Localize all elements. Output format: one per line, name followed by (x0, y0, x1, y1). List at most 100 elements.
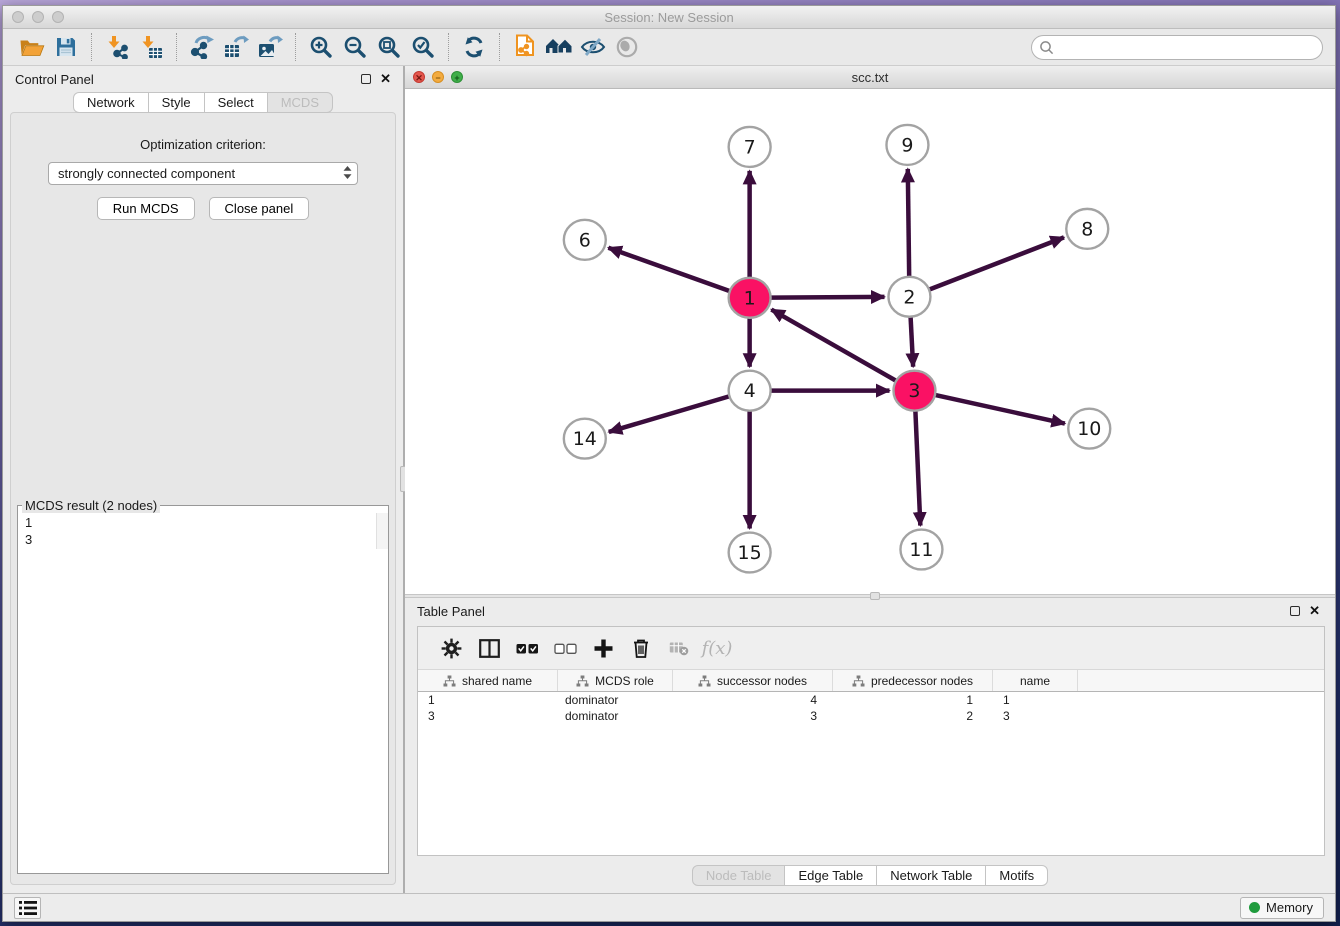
svg-text:7: 7 (744, 136, 756, 158)
minimize-network-icon[interactable]: − (432, 71, 444, 83)
graph-node-11[interactable]: 11 (900, 530, 942, 570)
search-icon (1039, 40, 1054, 60)
network-canvas[interactable]: 7 9 6 8 1 2 4 3 14 10 15 11 (405, 89, 1335, 594)
layout-refresh-icon[interactable] (457, 32, 491, 62)
clone-network-icon[interactable] (508, 32, 542, 62)
zoom-selected-icon[interactable] (406, 32, 440, 62)
graph-node-6[interactable]: 6 (564, 220, 606, 260)
save-icon[interactable] (49, 32, 83, 62)
svg-text:11: 11 (909, 539, 933, 561)
graph-node-1[interactable]: 1 (729, 278, 771, 318)
maximize-network-icon[interactable]: + (451, 71, 463, 83)
table-cell: 3 (673, 708, 833, 724)
close-network-icon[interactable]: ✕ (413, 71, 425, 83)
hide-selected-icon[interactable] (576, 32, 610, 62)
zoom-out-icon[interactable] (338, 32, 372, 62)
graph-edge-1-2[interactable] (771, 297, 885, 298)
graph-node-14[interactable]: 14 (564, 419, 606, 459)
open-folder-icon[interactable] (15, 32, 49, 62)
list-icon[interactable] (14, 897, 41, 919)
column-header-shared-name[interactable]: shared name (418, 670, 558, 691)
table-cell: dominator (558, 692, 673, 708)
tab-mcds[interactable]: MCDS (267, 92, 333, 113)
close-table-panel-icon[interactable]: ✕ (1309, 606, 1320, 616)
close-panel-icon[interactable]: ✕ (380, 74, 391, 84)
tab-node-table[interactable]: Node Table (692, 865, 786, 886)
graph-edge-3-1[interactable] (771, 310, 896, 381)
zoom-in-icon[interactable] (304, 32, 338, 62)
float-table-panel-icon[interactable] (1290, 606, 1300, 616)
column-header-MCDS-role[interactable]: MCDS role (558, 670, 673, 691)
graph-node-4[interactable]: 4 (729, 371, 771, 411)
column-type-icon (698, 675, 711, 687)
mcds-result-text: 1 3 (18, 513, 388, 549)
window-title: Session: New Session (3, 10, 1335, 25)
export-network-icon[interactable] (185, 32, 219, 62)
graph-edge-2-9[interactable] (908, 169, 909, 277)
graph-node-10[interactable]: 10 (1068, 409, 1110, 449)
import-table-icon[interactable] (134, 32, 168, 62)
tab-style[interactable]: Style (148, 92, 205, 113)
graph-edge-4-14[interactable] (609, 396, 730, 432)
criterion-select[interactable]: strongly connected component (48, 162, 358, 185)
graph-node-8[interactable]: 8 (1066, 209, 1108, 249)
graph-edge-3-10[interactable] (935, 395, 1065, 424)
export-table-icon[interactable] (219, 32, 253, 62)
column-header-name[interactable]: name (993, 670, 1078, 691)
svg-text:8: 8 (1081, 218, 1093, 240)
tab-network[interactable]: Network (73, 92, 149, 113)
column-header-predecessor-nodes[interactable]: predecessor nodes (833, 670, 993, 691)
svg-text:14: 14 (573, 428, 597, 450)
svg-text:15: 15 (738, 542, 762, 564)
graph-edge-1-6[interactable] (608, 248, 729, 291)
toolbar-separator (91, 33, 92, 61)
horizontal-splitter-handle[interactable] (870, 592, 880, 600)
main-titlebar: Session: New Session (3, 6, 1335, 29)
graph-node-9[interactable]: 9 (886, 125, 928, 165)
export-image-icon[interactable] (253, 32, 287, 62)
import-network-icon[interactable] (100, 32, 134, 62)
graph-edge-3-11[interactable] (915, 411, 920, 526)
zoom-window-icon[interactable] (52, 11, 64, 23)
graphics-details-icon[interactable] (542, 32, 576, 62)
split-columns-icon[interactable] (470, 631, 508, 665)
column-type-icon (852, 675, 865, 687)
control-panel-header: Control Panel ✕ (3, 66, 403, 92)
gear-icon[interactable] (432, 631, 470, 665)
graph-node-15[interactable]: 15 (729, 533, 771, 573)
run-mcds-button[interactable]: Run MCDS (97, 197, 195, 220)
table-row[interactable]: 1dominator411 (418, 692, 1324, 708)
close-window-icon[interactable] (12, 11, 24, 23)
minimize-window-icon[interactable] (32, 11, 44, 23)
graph-edge-2-3[interactable] (911, 317, 914, 367)
graph-edge-2-8[interactable] (929, 237, 1064, 289)
add-column-icon[interactable] (584, 631, 622, 665)
toolbar-separator (176, 33, 177, 61)
result-scrollbar[interactable] (376, 513, 388, 549)
float-panel-icon[interactable] (361, 74, 371, 84)
graph-node-3[interactable]: 3 (893, 371, 935, 411)
close-panel-button[interactable]: Close panel (209, 197, 310, 220)
tab-select[interactable]: Select (204, 92, 268, 113)
table-panel-tabs: Node TableEdge TableNetwork TableMotifs (405, 865, 1335, 886)
svg-text:2: 2 (903, 286, 915, 308)
tab-edge-table[interactable]: Edge Table (784, 865, 877, 886)
status-bar: Memory (3, 893, 1335, 921)
memory-button[interactable]: Memory (1240, 897, 1324, 919)
select-all-icon[interactable] (508, 631, 546, 665)
deselect-all-icon[interactable] (546, 631, 584, 665)
delete-column-icon[interactable] (622, 631, 660, 665)
tab-network-table[interactable]: Network Table (876, 865, 986, 886)
table-row[interactable]: 3dominator323 (418, 708, 1324, 724)
select-chevrons-icon (342, 165, 353, 183)
column-header-successor-nodes[interactable]: successor nodes (673, 670, 833, 691)
search-container (1031, 35, 1323, 60)
graph-node-2[interactable]: 2 (888, 277, 930, 317)
horizontal-splitter[interactable] (405, 594, 1335, 598)
tab-motifs[interactable]: Motifs (985, 865, 1048, 886)
graph-node-7[interactable]: 7 (729, 127, 771, 167)
toolbar-separator (448, 33, 449, 61)
search-input[interactable] (1031, 35, 1323, 60)
node-table-container: f(x) shared nameMCDS rolesuccessor nodes… (417, 626, 1325, 856)
zoom-fit-icon[interactable] (372, 32, 406, 62)
